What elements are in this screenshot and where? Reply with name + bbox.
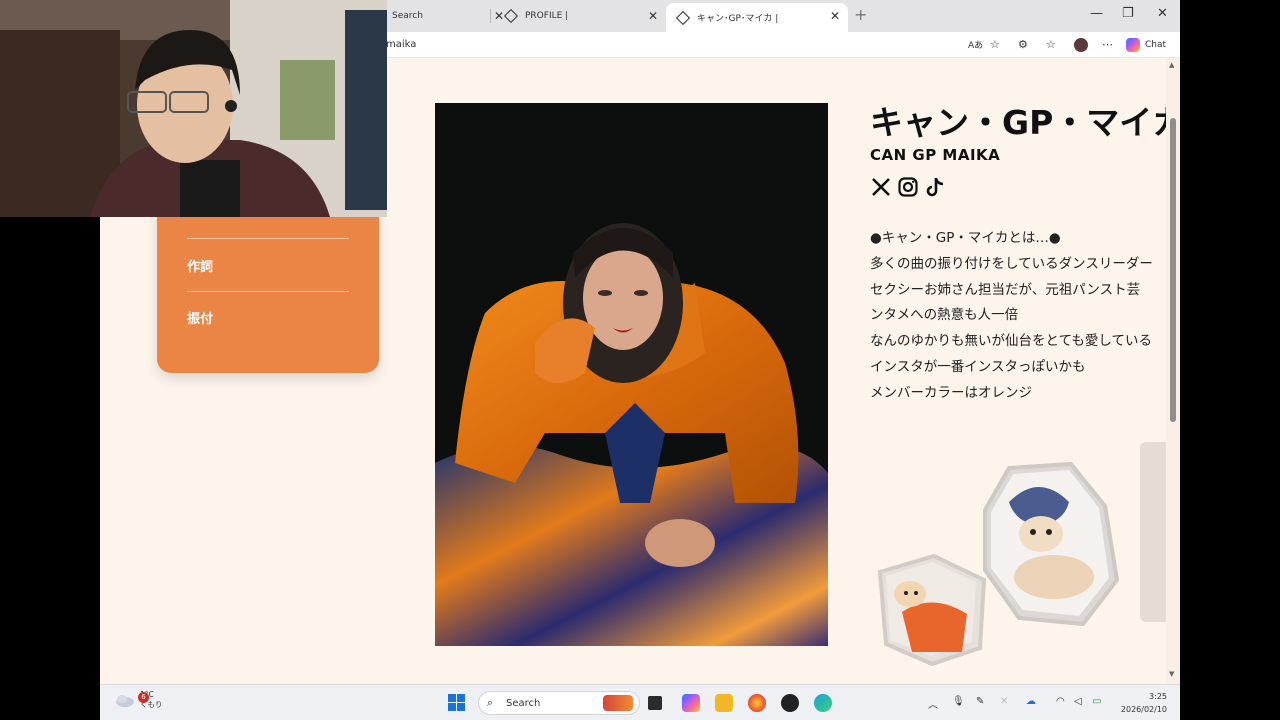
- firefox-icon[interactable]: [748, 694, 766, 712]
- scroll-up-icon[interactable]: ▲: [1169, 61, 1174, 69]
- notification-badge: 6: [138, 692, 149, 703]
- battery-icon[interactable]: ▭: [1092, 696, 1101, 707]
- clock-date: 2026/02/10: [1120, 705, 1167, 714]
- scroll-thumb[interactable]: [1170, 118, 1176, 422]
- dog-photo-blue-hat: [983, 462, 1120, 627]
- close-icon[interactable]: ✕: [830, 9, 840, 23]
- tab-label: キャン･GP･マイカ |: [697, 14, 779, 24]
- search-icon: ⌕: [487, 696, 494, 709]
- window-close-icon[interactable]: ✕: [1157, 6, 1168, 21]
- member-name-japanese: キャン・GP・マイカ: [870, 103, 1166, 142]
- webcam-overlay: [0, 0, 387, 217]
- dog-photo-orange-outfit: [877, 553, 987, 667]
- site-favicon-icon: [675, 10, 691, 25]
- windows-start-icon[interactable]: [448, 694, 465, 711]
- app-icon[interactable]: [781, 694, 799, 712]
- volume-icon[interactable]: ◁: [1074, 696, 1082, 707]
- portrait-illustration: [435, 103, 828, 646]
- clock-time: 3:25: [1149, 692, 1167, 701]
- search-highlight-icon: [603, 695, 633, 711]
- bio-line: なんのゆかりも無いが仙台をとても愛している: [870, 333, 1153, 350]
- profile-avatar-icon[interactable]: [1074, 38, 1088, 52]
- copilot-chat-button[interactable]: Chat: [1126, 38, 1166, 52]
- favorite-star-icon[interactable]: ☆: [990, 38, 1000, 51]
- screen: Search ✕ PROFILE | ✕ キャン･GP･マイカ | ✕ + — …: [0, 0, 1280, 720]
- extensions-icon[interactable]: ⚙: [1018, 38, 1028, 51]
- favorites-icon[interactable]: ☆: [1046, 38, 1056, 51]
- close-icon[interactable]: ✕: [648, 9, 658, 23]
- chat-label: Chat: [1145, 40, 1167, 50]
- task-view-icon[interactable]: [648, 696, 662, 710]
- bio-line: ●キャン・GP・マイカとは…●: [870, 230, 1061, 246]
- menu-item-choreography[interactable]: 振付: [187, 308, 213, 327]
- onedrive-icon[interactable]: ☁: [1026, 696, 1036, 707]
- search-label: Search: [506, 698, 541, 709]
- tiktok-icon[interactable]: [924, 176, 946, 198]
- tab-label: Search: [392, 11, 423, 21]
- vertical-scrollbar[interactable]: ▲ ▼: [1166, 58, 1180, 684]
- new-tab-icon[interactable]: +: [854, 5, 867, 24]
- webcam-feed: [0, 0, 387, 217]
- file-explorer-icon[interactable]: [715, 694, 733, 712]
- more-options-icon[interactable]: ⋯: [1102, 38, 1113, 51]
- translate-icon[interactable]: Aあ: [968, 38, 983, 51]
- copilot-icon: [1126, 38, 1140, 52]
- instagram-icon[interactable]: [897, 176, 919, 198]
- menu-divider: [187, 291, 349, 292]
- tab-profile[interactable]: PROFILE | ✕: [490, 3, 666, 29]
- menu-divider: [187, 238, 349, 239]
- minimize-icon[interactable]: —: [1090, 6, 1103, 21]
- member-bio: ●キャン・GP・マイカとは…● 多くの曲の振り付けをしているダンスリーダー セク…: [870, 226, 1166, 407]
- bio-line: ンタメへの熱意も人一倍: [870, 307, 1019, 324]
- tab-active-profile[interactable]: キャン･GP･マイカ | ✕: [666, 3, 848, 32]
- bio-line: メンバーカラーはオレンジ: [870, 384, 1032, 401]
- bio-line: 多くの曲の振り付けをしているダンスリーダー: [870, 255, 1153, 272]
- scroll-down-icon[interactable]: ▼: [1169, 670, 1174, 678]
- x-twitter-icon[interactable]: [870, 176, 892, 198]
- taskbar-search-box[interactable]: ⌕ Search: [478, 691, 640, 715]
- maximize-icon[interactable]: ❐: [1122, 6, 1134, 21]
- gallery-photo-partial: [1140, 442, 1166, 622]
- site-favicon-icon: [503, 8, 519, 24]
- cloud-icon: [116, 695, 134, 707]
- microphone-icon[interactable]: 🎙: [952, 696, 965, 707]
- member-name-english: CAN GP MAIKA: [870, 146, 1001, 164]
- clock[interactable]: 3:25 2026/02/10: [1119, 690, 1167, 716]
- close-icon[interactable]: ✕: [1000, 696, 1008, 707]
- wifi-icon[interactable]: ◠: [1056, 696, 1065, 707]
- url-field[interactable]: maika: [386, 39, 416, 50]
- pen-icon[interactable]: ✎: [976, 696, 984, 707]
- edge-icon[interactable]: [814, 694, 832, 712]
- weather-widget[interactable]: 1°C くもり 6: [114, 690, 163, 710]
- member-portrait-photo: [435, 103, 828, 646]
- tab-label: PROFILE |: [525, 11, 569, 21]
- bio-line: セクシーお姉さん担当だが、元祖パンスト芸: [870, 281, 1141, 298]
- copilot-taskbar-icon[interactable]: [682, 694, 700, 712]
- bio-line: インスタが一番インスタっぽいかも: [870, 358, 1086, 375]
- windows-taskbar: 1°C くもり 6 ⌕ Search ︿ 🎙 ✎ ✕ ☁ ◠ ◁ ▭: [100, 684, 1180, 720]
- menu-item-lyrics[interactable]: 作詞: [187, 256, 213, 275]
- chevron-up-icon[interactable]: ︿: [928, 696, 938, 711]
